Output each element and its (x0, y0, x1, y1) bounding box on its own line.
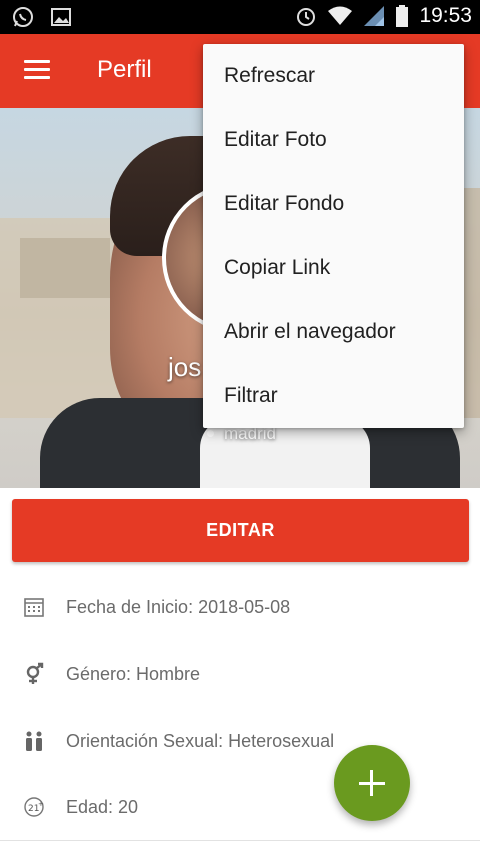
menu-item-editar-fondo[interactable]: Editar Fondo (203, 172, 464, 236)
menu-item-copiar-link[interactable]: Copiar Link (203, 236, 464, 300)
hamburger-icon[interactable] (24, 60, 50, 80)
battery-icon (395, 5, 409, 27)
gender-icon (22, 662, 46, 686)
background-building (20, 238, 110, 298)
status-bar: 19:53 (0, 0, 480, 34)
menu-item-refrescar[interactable]: Refrescar (203, 44, 464, 108)
menu-item-filtrar[interactable]: Filtrar (203, 364, 464, 428)
gender-text: Género: Hombre (66, 663, 201, 684)
overflow-menu: Refrescar Editar Foto Editar Fondo Copia… (203, 44, 464, 428)
image-icon (50, 6, 72, 28)
info-row-start-date: Fecha de Inicio: 2018-05-08 (0, 587, 480, 627)
location-dot-icon (207, 430, 214, 437)
status-time: 19:53 (419, 4, 472, 27)
info-row-orientation: Orientación Sexual: Heterosexual (0, 721, 480, 761)
profile-name: jos (168, 352, 202, 382)
menu-item-editar-foto[interactable]: Editar Foto (203, 108, 464, 172)
svg-text:+: + (38, 800, 44, 808)
wifi-icon (327, 5, 353, 27)
edit-button[interactable]: EDITAR (12, 499, 469, 562)
divider (0, 840, 480, 841)
menu-item-abrir-navegador[interactable]: Abrir el navegador (203, 300, 464, 364)
whatsapp-icon (12, 6, 34, 28)
signal-icon (363, 5, 385, 27)
orientation-text: Orientación Sexual: Heterosexual (66, 730, 335, 751)
start-date-text: Fecha de Inicio: 2018-05-08 (66, 596, 291, 617)
add-fab-button[interactable] (334, 745, 410, 821)
people-icon (22, 729, 46, 753)
calendar-icon (22, 595, 46, 619)
alarm-icon (295, 5, 317, 27)
info-row-gender: Género: Hombre (0, 654, 480, 694)
age-21-icon: 21 + (22, 795, 46, 819)
age-text: Edad: 20 (66, 796, 139, 817)
page-title: Perfil (97, 56, 152, 83)
